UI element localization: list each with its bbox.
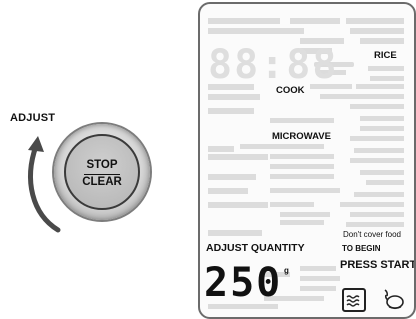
display-panel: 88:88 RICE COOK MICROWAVE Don't cover fo… xyxy=(198,2,416,319)
stop-label: STOP xyxy=(86,159,118,171)
unlit-clock-digits: 88:88 xyxy=(208,42,339,88)
press-start-label: PRESS START xyxy=(340,259,416,271)
rice-label: RICE xyxy=(374,50,397,61)
stop-clear-divider xyxy=(84,174,120,175)
dont-cover-label: Don't cover food xyxy=(343,230,402,239)
quantity-digits: 250 xyxy=(204,260,283,306)
quantity-unit: g xyxy=(284,266,289,275)
clear-label: CLEAR xyxy=(82,176,122,188)
steam-icon xyxy=(342,288,366,312)
stop-clear-dial[interactable]: STOP CLEAR xyxy=(54,124,150,220)
microwave-label: MICROWAVE xyxy=(272,131,331,142)
adjust-quantity-label: ADJUST QUANTITY xyxy=(206,242,305,254)
cook-label: COOK xyxy=(276,85,305,96)
stop-clear-button[interactable]: STOP CLEAR xyxy=(64,134,140,210)
to-begin-label: TO BEGIN xyxy=(342,244,381,253)
chicken-icon xyxy=(384,289,404,310)
